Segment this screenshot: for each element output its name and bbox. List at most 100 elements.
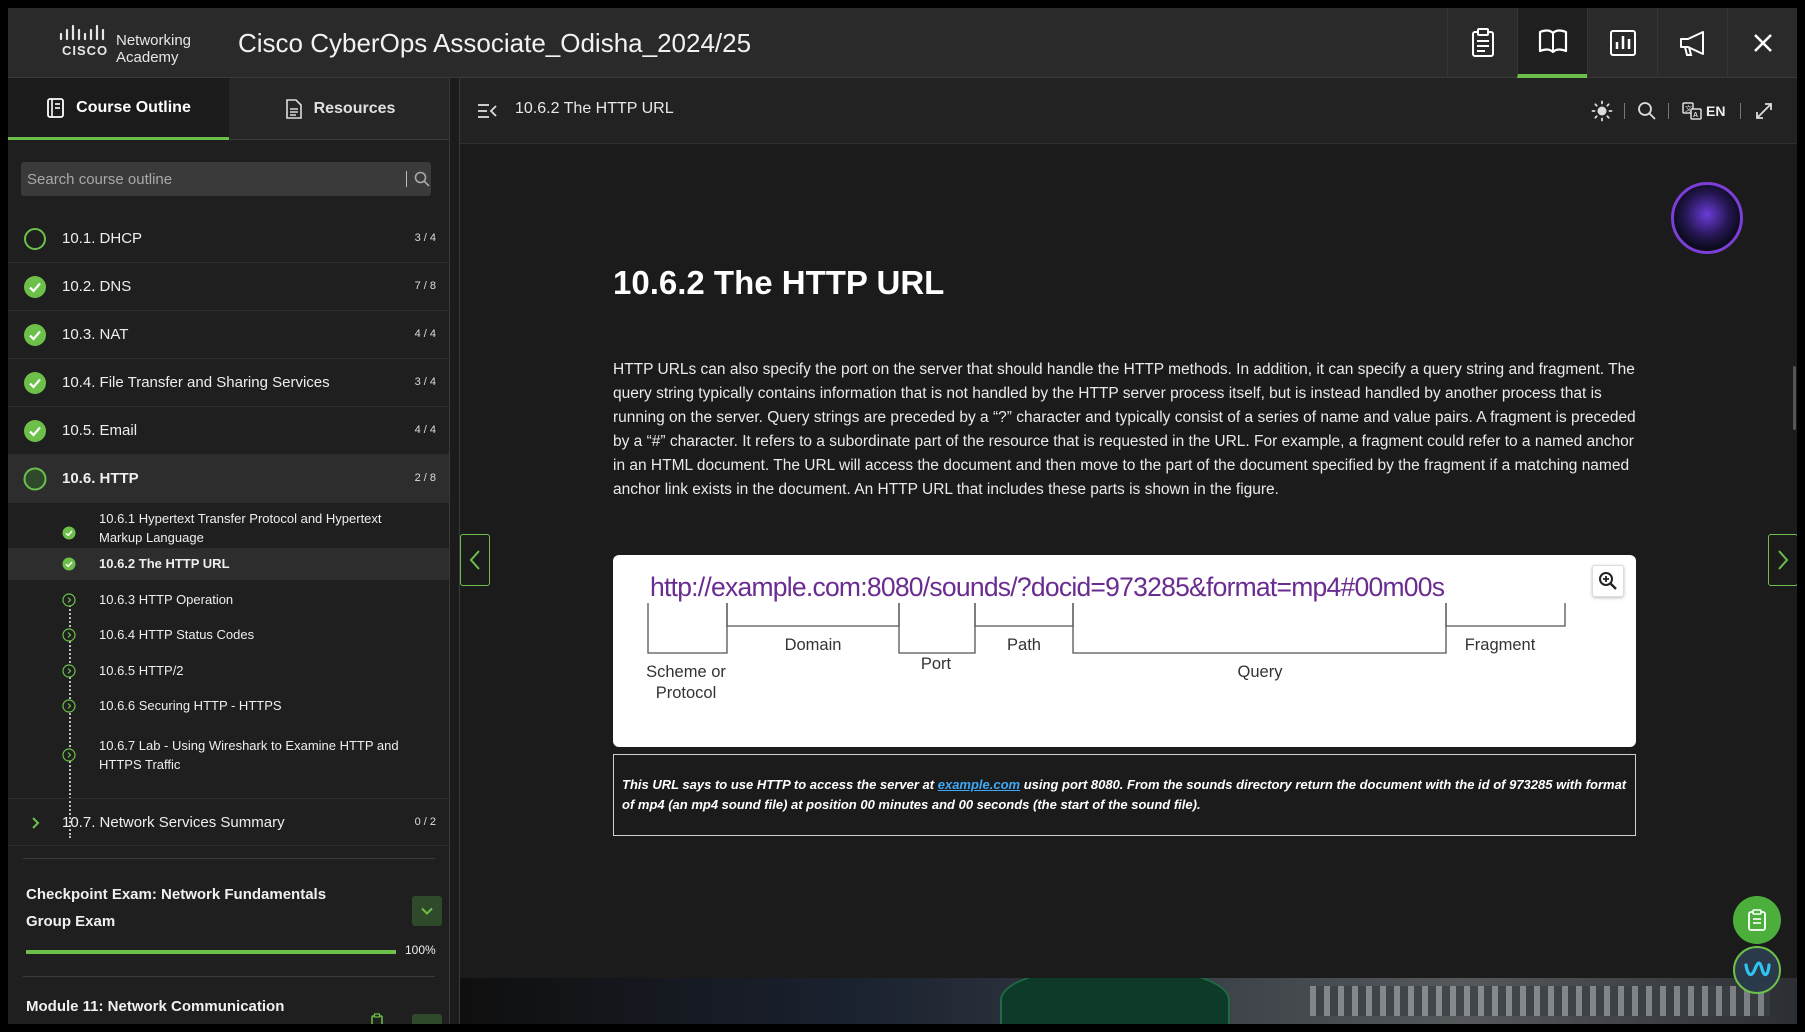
notes-button[interactable] bbox=[1447, 8, 1517, 78]
banner-badge-shape bbox=[1000, 978, 1230, 1024]
outline-item-nat[interactable]: 10.3. NAT 4 / 4 bbox=[8, 311, 449, 359]
language-selector[interactable]: EN bbox=[1706, 103, 1725, 119]
tab-label: Course Outline bbox=[76, 98, 191, 116]
sub-item-label: 10.6.4 HTTP Status Codes bbox=[99, 627, 255, 642]
chevron-down-icon bbox=[419, 1021, 435, 1024]
course-content-button[interactable] bbox=[1517, 8, 1587, 78]
sub-item-10-6-2[interactable]: 10.6.2 The HTTP URL bbox=[8, 548, 449, 580]
check-circle-icon bbox=[62, 557, 76, 571]
outline-item-http[interactable]: 10.6. HTTP 2 / 8 bbox=[8, 455, 449, 503]
megaphone-icon bbox=[1679, 31, 1704, 56]
course-sidebar: Course Outline Resources 10.1. DHCP 3 / … bbox=[8, 78, 450, 1024]
cisco-bars-icon: CISCO bbox=[59, 24, 108, 58]
outline-label: 10.7. Network Services Summary bbox=[62, 814, 285, 831]
page-title: 10.6.2 The HTTP URL bbox=[613, 264, 945, 301]
brightness-icon[interactable] bbox=[1591, 100, 1613, 122]
checkpoint-expand-button[interactable] bbox=[412, 896, 442, 926]
example-com-link[interactable]: example.com bbox=[938, 777, 1020, 792]
outline-item-dns[interactable]: 10.2. DNS 7 / 8 bbox=[8, 263, 449, 311]
sub-item-10-6-6[interactable]: 10.6.6 Securing HTTP - HTTPS bbox=[8, 691, 449, 721]
check-circle-icon bbox=[24, 372, 46, 394]
sub-item-label: 10.6.2 The HTTP URL bbox=[99, 556, 230, 571]
module-11-title: Module 11: Network Communication bbox=[26, 998, 285, 1015]
label-fragment: Fragment bbox=[1465, 636, 1536, 654]
sub-item-10-6-7[interactable]: 10.6.7 Lab - Using Wireshark to Examine … bbox=[8, 732, 449, 778]
label-protocol: Protocol bbox=[656, 684, 717, 702]
outline-item-summary[interactable]: 10.7. Network Services Summary 0 / 2 bbox=[8, 798, 449, 846]
toolbar-divider bbox=[1624, 103, 1625, 119]
progress-filled-icon bbox=[23, 467, 47, 491]
check-circle-icon bbox=[24, 420, 46, 442]
chevron-left-icon bbox=[469, 550, 480, 570]
chevron-right-icon bbox=[1778, 550, 1789, 570]
sub-item-label: 10.6.6 Securing HTTP - HTTPS bbox=[99, 698, 282, 713]
chevron-circle-icon bbox=[62, 699, 76, 713]
ai-assistant-avatar[interactable] bbox=[1671, 182, 1743, 254]
sub-item-10-6-1[interactable]: 10.6.1 Hypertext Transfer Protocol and H… bbox=[8, 506, 449, 546]
svg-text:CISCO: CISCO bbox=[62, 43, 108, 58]
previous-page-button[interactable] bbox=[460, 534, 490, 586]
chevron-right-icon bbox=[32, 817, 40, 829]
body-paragraph: HTTP URLs can also specify the port on t… bbox=[613, 361, 1636, 498]
search-divider bbox=[406, 171, 407, 187]
grades-button[interactable] bbox=[1587, 8, 1657, 78]
sub-item-10-6-5[interactable]: 10.6.5 HTTP/2 bbox=[8, 656, 449, 686]
tab-course-outline[interactable]: Course Outline bbox=[8, 78, 229, 140]
tab-resources[interactable]: Resources bbox=[229, 78, 449, 140]
outline-item-email[interactable]: 10.5. Email 4 / 4 bbox=[8, 407, 449, 455]
translate-icon[interactable]: 文A bbox=[1681, 100, 1703, 122]
progress-ring-icon bbox=[24, 228, 46, 250]
label-port: Port bbox=[921, 655, 952, 673]
url-string: http://example.com:8080/sounds/?docid=97… bbox=[650, 572, 1445, 602]
next-page-button[interactable] bbox=[1768, 534, 1797, 586]
label-domain: Domain bbox=[785, 636, 842, 654]
clipboard-icon bbox=[1748, 909, 1766, 931]
outline-count: 7 / 8 bbox=[414, 280, 436, 292]
fullscreen-icon[interactable] bbox=[1753, 100, 1775, 122]
zoom-in-icon bbox=[1599, 572, 1617, 590]
search-icon[interactable] bbox=[413, 170, 431, 188]
outline-count: 4 / 4 bbox=[414, 328, 436, 340]
tab-label: Resources bbox=[313, 100, 396, 117]
sidebar-tabs: Course Outline Resources bbox=[8, 78, 449, 140]
webex-fab-button[interactable] bbox=[1733, 946, 1781, 994]
figure-caption: This URL says to use HTTP to access the … bbox=[613, 754, 1636, 836]
notes-fab-button[interactable] bbox=[1733, 896, 1781, 944]
clipboard-icon bbox=[1471, 28, 1494, 57]
banner-server-shape bbox=[1310, 986, 1770, 1016]
outline-book-icon bbox=[47, 97, 65, 118]
outline-search bbox=[21, 162, 431, 196]
chevron-circle-icon bbox=[62, 664, 76, 678]
close-button[interactable] bbox=[1727, 8, 1797, 78]
app-window: CISCO Networking Academy Cisco CyberOps … bbox=[8, 8, 1797, 1024]
outline-count: 4 / 4 bbox=[414, 424, 436, 436]
sub-item-10-6-3[interactable]: 10.6.3 HTTP Operation bbox=[8, 585, 449, 615]
label-query: Query bbox=[1238, 663, 1284, 681]
collapse-menu-icon[interactable] bbox=[476, 101, 498, 121]
bar-chart-icon bbox=[1609, 30, 1636, 56]
search-input[interactable] bbox=[21, 162, 381, 196]
sub-item-label: 10.6.5 HTTP/2 bbox=[99, 663, 184, 678]
brand-text: Networking Academy bbox=[116, 32, 192, 66]
chevron-circle-icon bbox=[62, 748, 76, 762]
outline-count: 2 / 8 bbox=[414, 472, 436, 484]
outline-item-dhcp[interactable]: 10.1. DHCP 3 / 4 bbox=[8, 215, 449, 263]
url-figure: http://example.com:8080/sounds/?docid=97… bbox=[613, 555, 1636, 747]
module-11-expand-button[interactable] bbox=[412, 1014, 442, 1024]
toolbar-divider bbox=[1740, 103, 1741, 119]
chevron-down-icon bbox=[421, 907, 433, 915]
zoom-button[interactable] bbox=[1592, 565, 1624, 597]
announcements-button[interactable] bbox=[1657, 8, 1727, 78]
outline-item-file-transfer[interactable]: 10.4. File Transfer and Sharing Services… bbox=[8, 359, 449, 407]
outline-label: 10.6. HTTP bbox=[62, 470, 139, 487]
clipboard-icon bbox=[371, 1013, 383, 1024]
sub-item-10-6-4[interactable]: 10.6.4 HTTP Status Codes bbox=[8, 620, 449, 650]
content-scrollbar[interactable] bbox=[1793, 366, 1796, 430]
outline-label: 10.2. DNS bbox=[62, 278, 132, 295]
next-section-banner-image bbox=[460, 978, 1797, 1024]
webex-icon bbox=[1744, 961, 1771, 977]
content-breadcrumb-title: 10.6.2 The HTTP URL bbox=[515, 100, 674, 117]
search-icon[interactable] bbox=[1636, 100, 1658, 122]
sub-item-label: 10.6.1 Hypertext Transfer Protocol and H… bbox=[99, 511, 382, 545]
label-path: Path bbox=[1007, 636, 1041, 654]
